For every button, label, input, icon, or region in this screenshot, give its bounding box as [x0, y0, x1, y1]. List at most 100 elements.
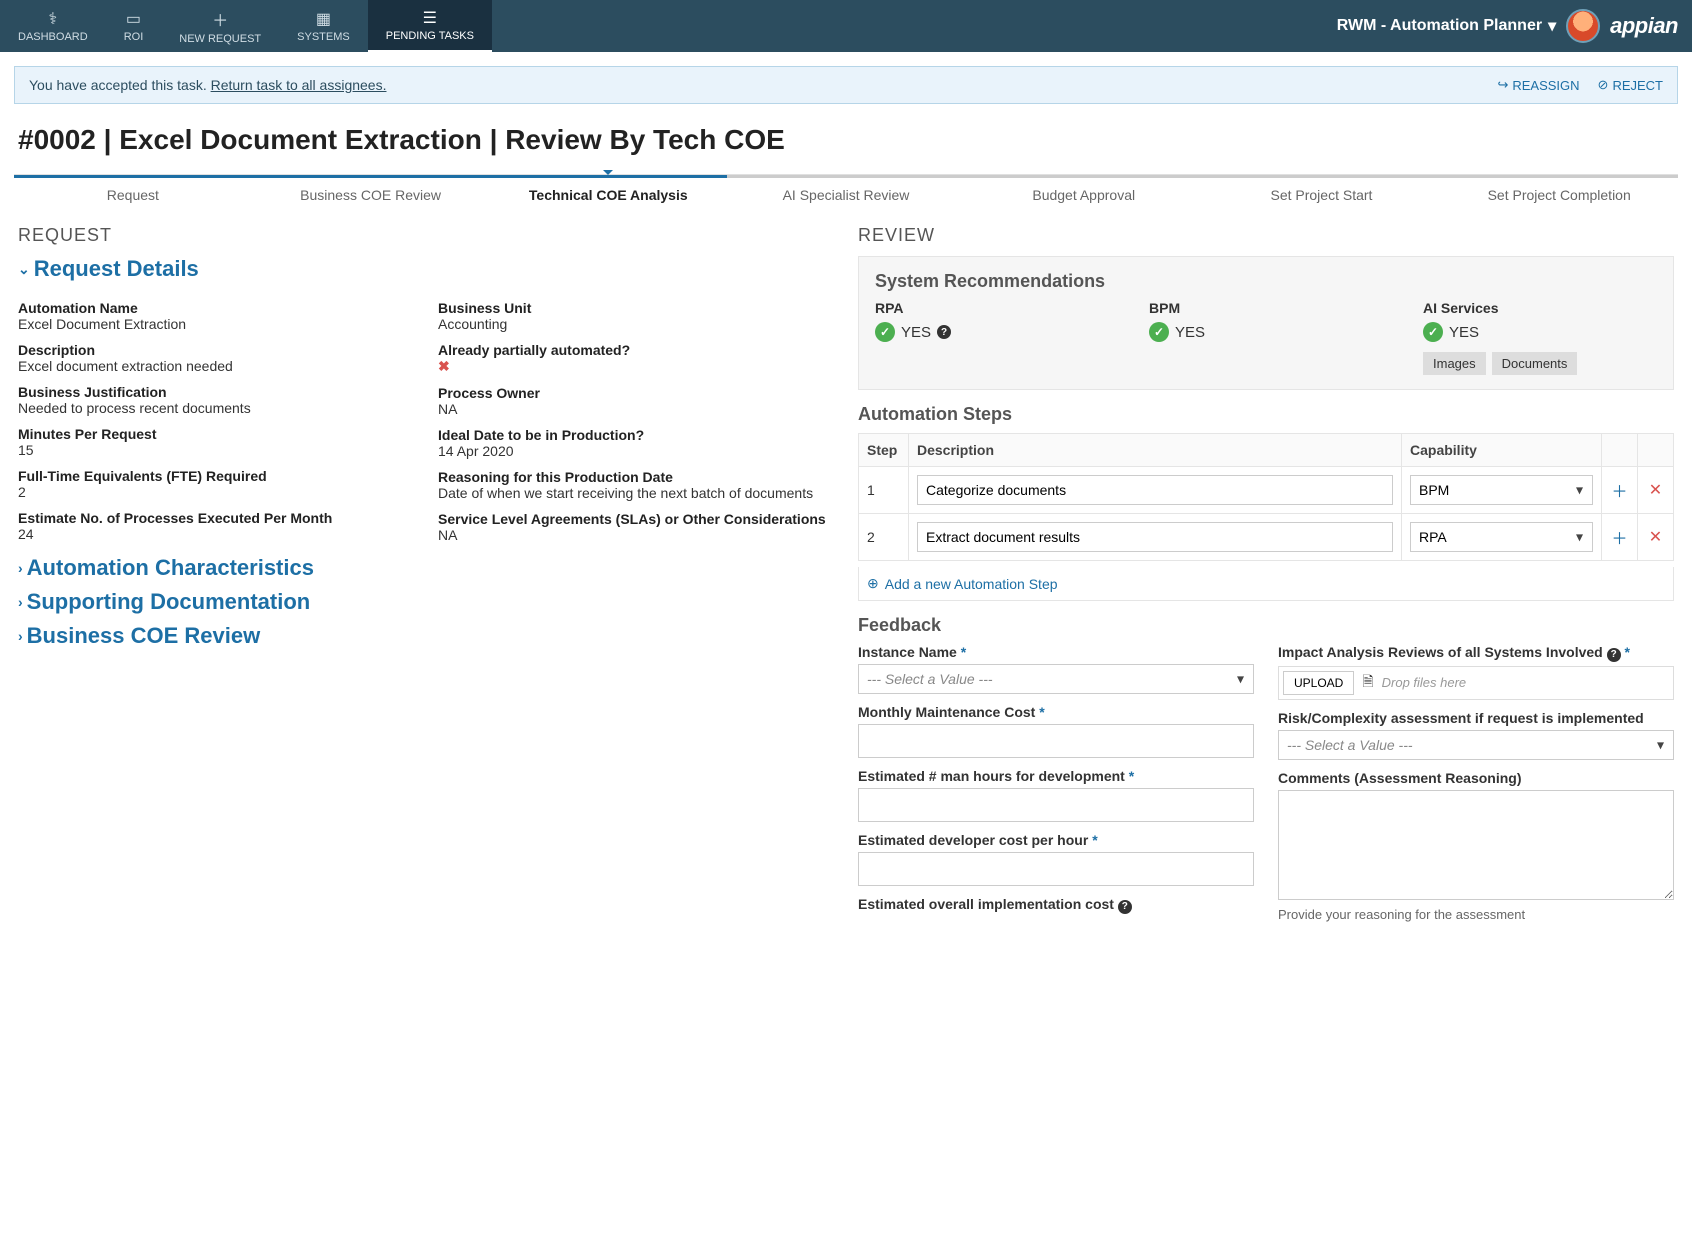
list-icon: ☰: [423, 8, 437, 28]
top-nav: ⚕ DASHBOARD ▭ ROI ＋ NEW REQUEST ▦ SYSTEM…: [0, 0, 1692, 52]
man-hours-input[interactable]: [858, 788, 1254, 822]
nav-label: NEW REQUEST: [179, 33, 261, 45]
add-row-icon[interactable]: ＋: [1610, 525, 1629, 549]
rec-text: YES: [901, 324, 931, 341]
tab-project-completion[interactable]: Set Project Completion: [1440, 175, 1678, 215]
accordion-supporting-documentation[interactable]: › Supporting Documentation: [18, 589, 834, 615]
rec-text: YES: [1449, 324, 1479, 341]
col-description: Description: [909, 434, 1402, 467]
upload-dropzone[interactable]: UPLOAD 🗎 Drop files here: [1278, 666, 1674, 700]
help-icon[interactable]: ?: [937, 325, 951, 339]
field-value: NA: [438, 527, 834, 543]
feedback-grid: Instance Name * --- Select a Value --- M…: [858, 644, 1674, 922]
automation-steps-title: Automation Steps: [858, 404, 1674, 425]
drop-text: Drop files here: [1382, 675, 1467, 690]
accordion-request-details[interactable]: ⌄ Request Details: [18, 256, 834, 282]
step-capability-select[interactable]: BPM: [1410, 475, 1593, 505]
risk-select[interactable]: --- Select a Value ---: [1278, 730, 1674, 760]
field-label: Estimate No. of Processes Executed Per M…: [18, 510, 414, 526]
request-column: REQUEST ⌄ Request Details Automation Nam…: [18, 225, 834, 922]
tab-request[interactable]: Request: [14, 175, 252, 215]
tab-ai-specialist[interactable]: AI Specialist Review: [727, 175, 965, 215]
nav-pending-tasks[interactable]: ☰ PENDING TASKS: [368, 0, 492, 52]
check-circle-icon: ✓: [875, 322, 895, 342]
comments-helper: Provide your reasoning for the assessmen…: [1278, 907, 1674, 922]
tab-project-start[interactable]: Set Project Start: [1203, 175, 1441, 215]
rec-value: ✓ YES ?: [875, 322, 1109, 342]
field-label: Process Owner: [438, 385, 834, 401]
tab-business-coe[interactable]: Business COE Review: [252, 175, 490, 215]
field-value: 14 Apr 2020: [438, 443, 834, 459]
col-capability: Capability: [1402, 434, 1602, 467]
accordion-automation-characteristics[interactable]: › Automation Characteristics: [18, 555, 834, 581]
table-row: 2 RPA ＋ ✕: [859, 514, 1674, 561]
dev-cost-input[interactable]: [858, 852, 1254, 886]
nav-label: DASHBOARD: [18, 31, 88, 43]
return-task-link[interactable]: Return task to all assignees.: [211, 77, 387, 93]
field-value: 24: [18, 526, 414, 542]
field-label: Service Level Agreements (SLAs) or Other…: [438, 511, 834, 527]
comments-label: Comments (Assessment Reasoning): [1278, 770, 1674, 786]
tab-budget[interactable]: Budget Approval: [965, 175, 1203, 215]
field-value: 15: [18, 442, 414, 458]
chevron-right-icon: ›: [18, 560, 23, 576]
add-automation-step-button[interactable]: ⊕ Add a new Automation Step: [858, 567, 1674, 601]
rec-label: RPA: [875, 300, 1109, 316]
reassign-button[interactable]: ↪ REASSIGN: [1497, 77, 1579, 93]
field-value: Excel document extraction needed: [18, 358, 414, 374]
overall-cost-label: Estimated overall implementation cost ?: [858, 896, 1254, 914]
nav-new-request[interactable]: ＋ NEW REQUEST: [161, 0, 279, 52]
delete-row-icon[interactable]: ✕: [1646, 480, 1665, 500]
banner-text-wrap: You have accepted this task. Return task…: [29, 77, 386, 93]
help-icon[interactable]: ?: [1118, 900, 1132, 914]
upload-button[interactable]: UPLOAD: [1283, 671, 1354, 695]
field-value: Accounting: [438, 316, 834, 332]
recommendations-title: System Recommendations: [875, 271, 1657, 292]
nav-systems[interactable]: ▦ SYSTEMS: [279, 0, 368, 52]
field-value: Date of when we start receiving the next…: [438, 485, 834, 501]
rec-value: ✓ YES: [1149, 322, 1383, 342]
field-label: Automation Name: [18, 300, 414, 316]
delete-row-icon[interactable]: ✕: [1646, 527, 1665, 547]
reject-button[interactable]: ⊘ REJECT: [1598, 77, 1663, 93]
field-col-left: Automation Name Excel Document Extractio…: [18, 290, 414, 543]
col-delete: [1638, 434, 1674, 467]
request-fields: Automation Name Excel Document Extractio…: [18, 290, 834, 543]
accordion-business-coe-review[interactable]: › Business COE Review: [18, 623, 834, 649]
step-num: 2: [859, 514, 909, 561]
step-capability-select[interactable]: RPA: [1410, 522, 1593, 552]
accordion-label: Business COE Review: [27, 623, 261, 649]
step-description-input[interactable]: [917, 522, 1393, 552]
col-step: Step: [859, 434, 909, 467]
rec-value: ✓ YES: [1423, 322, 1657, 342]
tab-technical-coe[interactable]: Technical COE Analysis: [489, 175, 727, 215]
field-label: Business Justification: [18, 384, 414, 400]
rec-rpa: RPA ✓ YES ?: [875, 300, 1109, 375]
app-switcher[interactable]: RWM - Automation Planner ▾: [1337, 16, 1556, 36]
chevron-right-icon: ›: [18, 594, 23, 610]
field-value: 2: [18, 484, 414, 500]
avatar[interactable]: [1566, 9, 1600, 43]
comments-textarea[interactable]: [1278, 790, 1674, 900]
recommendations-row: RPA ✓ YES ? BPM ✓ YES AI Services: [875, 300, 1657, 375]
instance-name-select[interactable]: --- Select a Value ---: [858, 664, 1254, 694]
check-circle-icon: ✓: [1423, 322, 1443, 342]
field-value: Needed to process recent documents: [18, 400, 414, 416]
check-circle-icon: ✓: [1149, 322, 1169, 342]
nav-label: PENDING TASKS: [386, 30, 474, 42]
feedback-right: Impact Analysis Reviews of all Systems I…: [1278, 644, 1674, 922]
chevron-down-icon: ▾: [1548, 16, 1556, 36]
chevron-down-icon: ⌄: [18, 261, 30, 278]
stethoscope-icon: ⚕: [49, 9, 58, 29]
nav-roi[interactable]: ▭ ROI: [106, 0, 162, 52]
monthly-cost-input[interactable]: [858, 724, 1254, 758]
help-icon[interactable]: ?: [1607, 648, 1621, 662]
task-banner: You have accepted this task. Return task…: [14, 66, 1678, 104]
nav-dashboard[interactable]: ⚕ DASHBOARD: [0, 0, 106, 52]
accordion-label: Request Details: [34, 256, 199, 282]
field-value: Excel Document Extraction: [18, 316, 414, 332]
x-icon: ✖: [438, 358, 834, 375]
step-description-input[interactable]: [917, 475, 1393, 505]
ai-chips: Images Documents: [1423, 352, 1657, 375]
add-row-icon[interactable]: ＋: [1610, 478, 1629, 502]
